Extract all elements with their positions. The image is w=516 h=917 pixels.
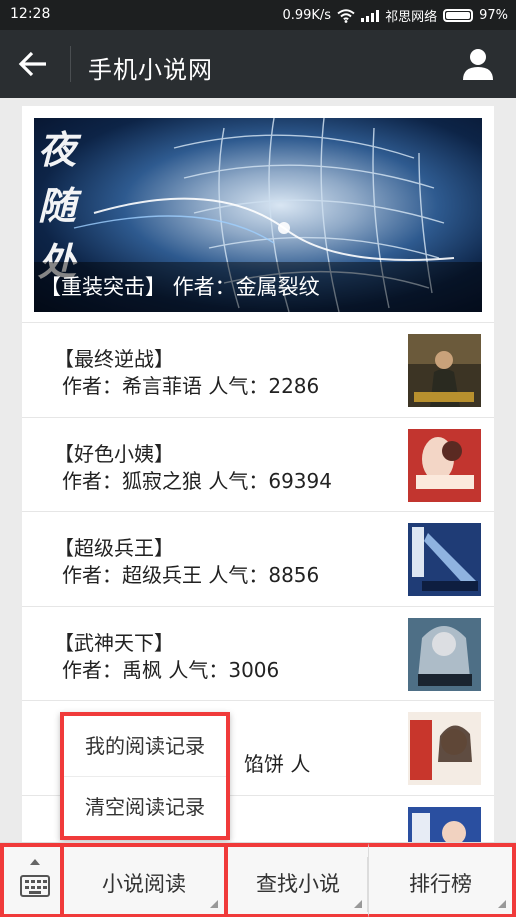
book-meta: 馅饼 人 xyxy=(244,752,311,777)
arrow-left-icon[interactable] xyxy=(14,48,54,80)
banner-caption: 【重装突击】 作者：金属裂纹 xyxy=(34,262,482,312)
book-meta: 作者：禹枫 人气：3006 xyxy=(62,657,280,682)
keyboard-toggle-button[interactable] xyxy=(0,843,62,917)
book-cover-image xyxy=(408,712,481,786)
battery-icon xyxy=(443,9,474,22)
book-meta: 作者：狐寂之狼 人气：69394 xyxy=(62,468,332,493)
submenu-indicator-icon xyxy=(354,900,362,908)
tab-label: 小说阅读 xyxy=(102,872,186,896)
menu-item-clear-reading-history[interactable]: 清空阅读记录 xyxy=(64,776,226,836)
user-icon[interactable] xyxy=(460,46,496,82)
signal-icon xyxy=(361,9,380,22)
network-speed: 0.99K/s xyxy=(282,8,332,23)
book-title: 【武神天下】 xyxy=(54,630,174,655)
submenu-indicator-icon xyxy=(498,900,506,908)
submenu-indicator-icon xyxy=(210,900,218,908)
list-item[interactable]: 【武神天下】 作者：禹枫 人气：3006 xyxy=(22,605,494,701)
book-cover-image xyxy=(408,428,481,502)
book-title: 【最终逆战】 xyxy=(54,347,174,371)
featured-banner[interactable]: 夜 随 处 【重装突击】 作者：金属裂纹 xyxy=(34,118,482,312)
book-cover-image xyxy=(408,334,481,407)
tab-novel-reading[interactable]: 小说阅读 xyxy=(62,843,226,917)
app-header: 手机小说网 xyxy=(0,30,516,98)
reading-menu-popup: 我的阅读记录 清空阅读记录 xyxy=(60,712,230,840)
book-meta: 作者：超级兵王 人气：8856 xyxy=(62,563,320,588)
battery-level: 97% xyxy=(479,8,508,23)
wifi-icon xyxy=(337,8,355,23)
book-cover-image xyxy=(408,617,481,691)
list-item[interactable]: 【超级兵王】 作者：超级兵王 人气：8856 xyxy=(22,511,494,606)
tab-label: 排行榜 xyxy=(409,872,472,896)
tab-find-novel[interactable]: 查找小说 xyxy=(226,843,368,917)
book-title: 【超级兵王】 xyxy=(54,536,174,561)
tab-label: 查找小说 xyxy=(256,872,340,896)
book-meta: 作者：希言菲语 人气：2286 xyxy=(62,374,320,398)
header-divider xyxy=(70,46,71,82)
menu-item-my-reading-history[interactable]: 我的阅读记录 xyxy=(64,716,226,776)
keyboard-icon xyxy=(20,875,50,897)
chevron-up-icon xyxy=(30,859,40,865)
book-title: 【好色小姨】 xyxy=(54,441,174,466)
status-bar: 12:28 0.99K/s 祁思网络 97% xyxy=(0,0,516,30)
status-time: 12:28 xyxy=(10,6,51,22)
carrier-name: 祁思网络 xyxy=(385,10,438,25)
bottom-menu-bar: 小说阅读 查找小说 排行榜 xyxy=(0,842,516,917)
book-cover-image xyxy=(408,523,481,597)
tab-ranking[interactable]: 排行榜 xyxy=(368,843,516,917)
page-title: 手机小说网 xyxy=(88,56,213,84)
list-item[interactable]: 【好色小姨】 作者：狐寂之狼 人气：69394 xyxy=(22,416,494,512)
status-right: 0.99K/s 祁思网络 97% xyxy=(282,6,508,25)
list-item[interactable]: 【最终逆战】 作者：希言菲语 人气：2286 xyxy=(22,322,494,417)
